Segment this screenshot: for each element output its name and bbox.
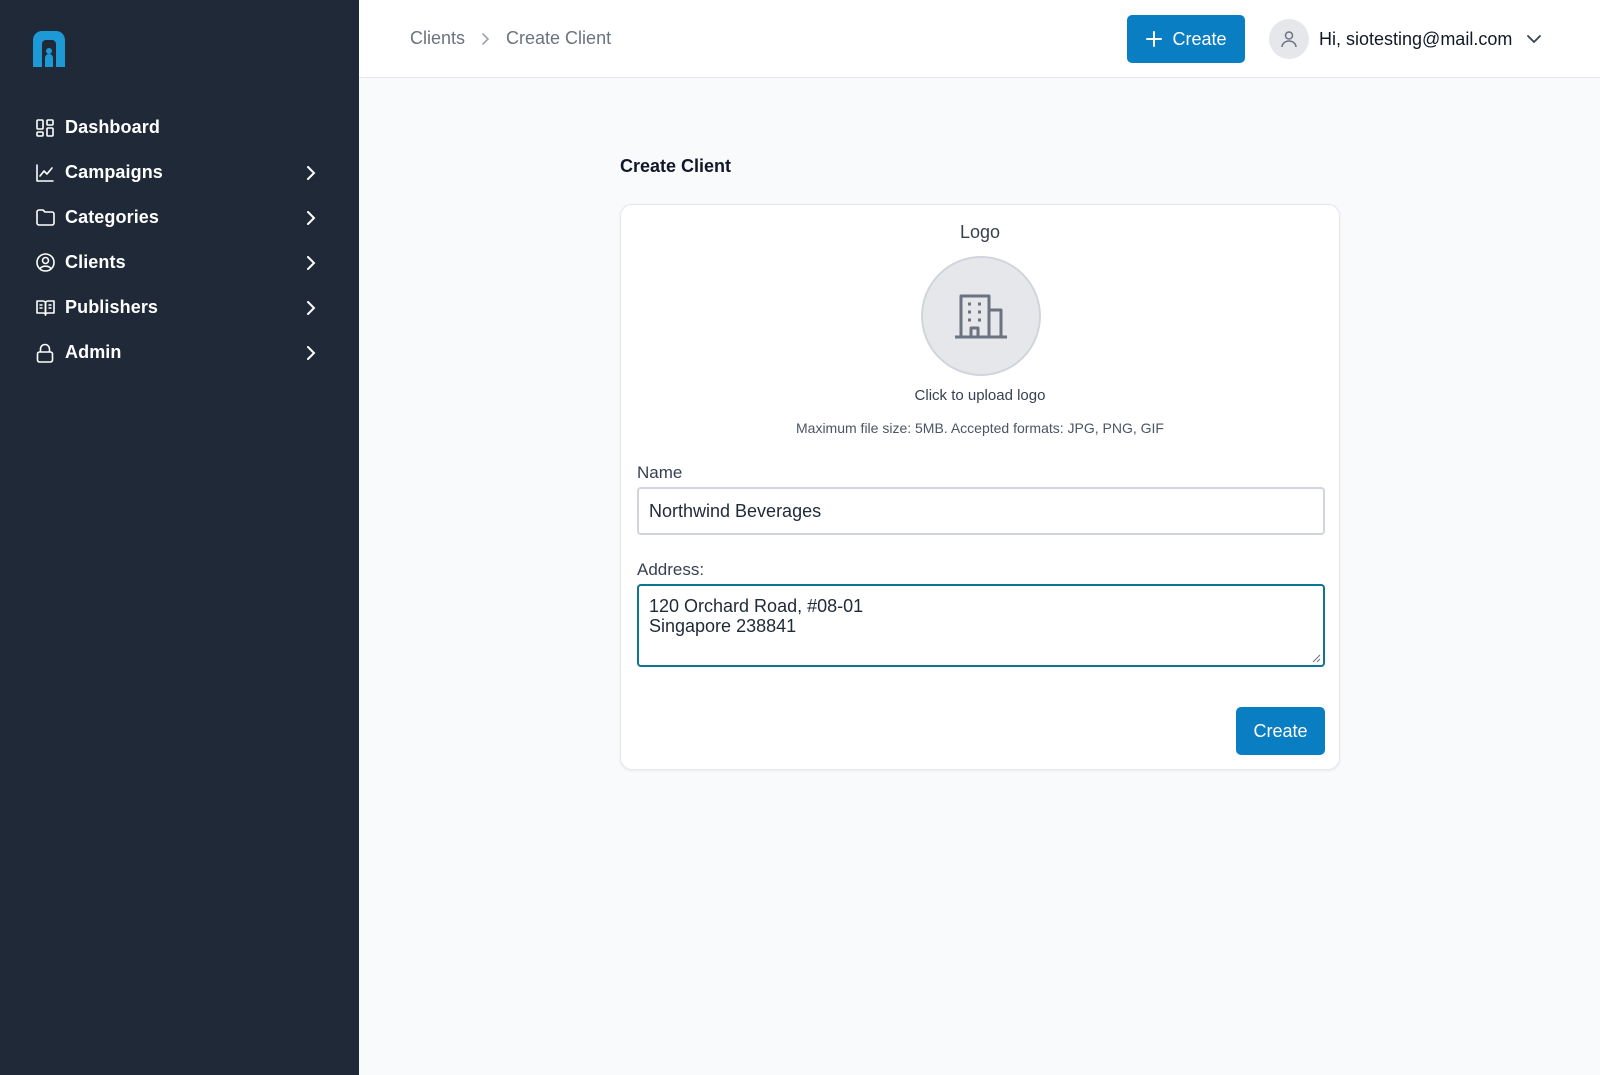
create-button[interactable]: Create xyxy=(1127,15,1245,63)
breadcrumb-clients-link[interactable]: Clients xyxy=(410,28,465,49)
chevron-right-icon xyxy=(303,255,319,271)
logo-label: Logo xyxy=(959,222,1001,242)
breadcrumb: Clients Create Client xyxy=(410,28,611,49)
building-icon xyxy=(955,294,1007,339)
sidebar-item-admin[interactable]: Admin xyxy=(0,330,359,375)
chevron-right-icon xyxy=(303,300,319,316)
folder-icon xyxy=(35,208,55,228)
sidebar-nav: Dashboard Campaigns Categories Clients P… xyxy=(0,105,359,375)
sidebar: Dashboard Campaigns Categories Clients P… xyxy=(0,0,359,1075)
address-label: Address: xyxy=(637,560,705,579)
sidebar-item-dashboard[interactable]: Dashboard xyxy=(0,105,359,150)
sidebar-item-categories[interactable]: Categories xyxy=(0,195,359,240)
resize-handle-icon[interactable] xyxy=(1311,653,1321,663)
user-menu[interactable]: Hi, siotesting@mail.com xyxy=(1269,19,1542,59)
sidebar-item-campaigns[interactable]: Campaigns xyxy=(0,150,359,195)
upload-hint: Maximum file size: 5MB. Accepted formats… xyxy=(796,420,1164,436)
chevron-right-icon xyxy=(303,345,319,361)
name-label: Name xyxy=(637,463,683,482)
sidebar-item-publishers[interactable]: Publishers xyxy=(0,285,359,330)
top-bar: Clients Create Client Create Hi, siotest… xyxy=(359,0,1600,78)
plus-icon xyxy=(1146,31,1163,47)
chevron-right-icon xyxy=(303,165,319,181)
create-button-label: Create xyxy=(1172,28,1227,49)
sidebar-item-label: Clients xyxy=(65,252,126,272)
breadcrumb-current: Create Client xyxy=(506,28,612,48)
submit-create-button[interactable]: Create xyxy=(1236,707,1325,755)
user-circle-icon xyxy=(35,253,55,273)
address-value: 120 Orchard Road, #08-01 Singapore 23884… xyxy=(649,596,864,636)
sidebar-item-label: Categories xyxy=(65,207,160,227)
chevron-right-icon xyxy=(303,210,319,226)
chevron-right-icon xyxy=(481,32,490,46)
upload-logo-text[interactable]: Click to upload logo xyxy=(621,387,1339,404)
sidebar-item-label: Dashboard xyxy=(65,117,160,137)
sidebar-item-label: Campaigns xyxy=(65,162,163,182)
dashboard-icon xyxy=(35,118,55,138)
lock-icon xyxy=(35,343,55,363)
name-field[interactable]: Northwind Beverages xyxy=(637,487,1325,535)
chart-icon xyxy=(35,163,55,183)
chevron-down-icon xyxy=(1527,35,1542,44)
user-icon xyxy=(1281,31,1297,48)
address-field[interactable]: 120 Orchard Road, #08-01 Singapore 23884… xyxy=(637,584,1325,667)
sidebar-item-label: Admin xyxy=(65,342,122,362)
user-greeting: Hi, siotesting@mail.com xyxy=(1319,28,1513,49)
sidebar-item-clients[interactable]: Clients xyxy=(0,240,359,285)
create-client-form: Logo Click to upload logo Maximum file s… xyxy=(620,204,1340,770)
avatar xyxy=(1269,19,1309,59)
page-title: Create Client xyxy=(620,156,732,176)
sidebar-item-label: Publishers xyxy=(65,297,159,317)
logo-upload[interactable] xyxy=(921,256,1041,376)
book-icon xyxy=(35,298,55,318)
app-logo[interactable] xyxy=(30,31,68,67)
